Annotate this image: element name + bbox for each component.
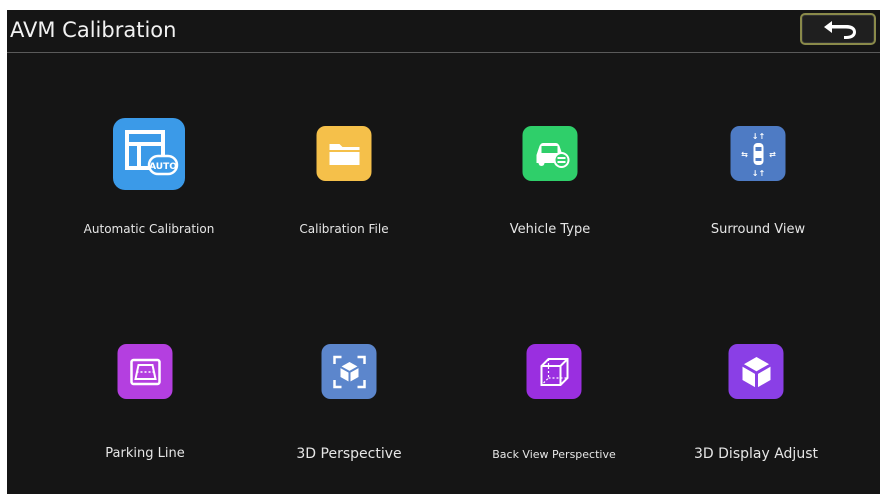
svg-text:⇄: ⇄: [769, 150, 776, 159]
auto-calibration-icon: AUTO: [113, 118, 185, 190]
tile-label: Calibration File: [299, 222, 389, 236]
tile-label: Vehicle Type: [509, 222, 591, 237]
tile-automatic-calibration[interactable]: AUTO Automatic Calibration: [54, 110, 244, 250]
auto-badge-text: AUTO: [149, 162, 177, 172]
svg-text:↓↑: ↓↑: [751, 132, 764, 141]
folder-icon: [316, 126, 372, 181]
avm-screen: AVM Calibration AUTO Automatic Calibrati…: [7, 10, 880, 494]
tile-label: Automatic Calibration: [83, 222, 215, 236]
tile-parking-line[interactable]: Parking Line: [50, 330, 240, 470]
tile-calibration-file[interactable]: Calibration File: [249, 110, 439, 250]
tile-3d-display-adjust[interactable]: 3D Display Adjust: [661, 330, 851, 470]
3d-perspective-icon: [321, 344, 377, 399]
tile-label: Surround View: [710, 222, 806, 237]
svg-text:↓↑: ↓↑: [751, 169, 764, 178]
menu-grid: AUTO Automatic Calibration Calibration F…: [7, 10, 880, 494]
tile-3d-perspective[interactable]: 3D Perspective: [254, 330, 444, 470]
svg-text:⇆: ⇆: [741, 150, 748, 159]
surround-view-icon: ↓↑ ↓↑ ⇆ ⇄: [730, 126, 786, 181]
3d-cube-icon: [728, 344, 784, 399]
tile-vehicle-type[interactable]: Vehicle Type: [455, 110, 645, 250]
back-view-cube-icon: [526, 344, 582, 399]
tile-back-view-perspective[interactable]: Back View Perspective: [459, 330, 649, 470]
tile-surround-view[interactable]: ↓↑ ↓↑ ⇆ ⇄ Surround View: [663, 110, 853, 250]
tile-label: Parking Line: [105, 446, 185, 461]
tile-label: 3D Perspective: [296, 446, 402, 462]
tile-label: Back View Perspective: [492, 448, 616, 461]
tile-label: 3D Display Adjust: [694, 446, 818, 462]
car-icon: [522, 126, 578, 181]
parking-line-icon: [117, 344, 173, 399]
